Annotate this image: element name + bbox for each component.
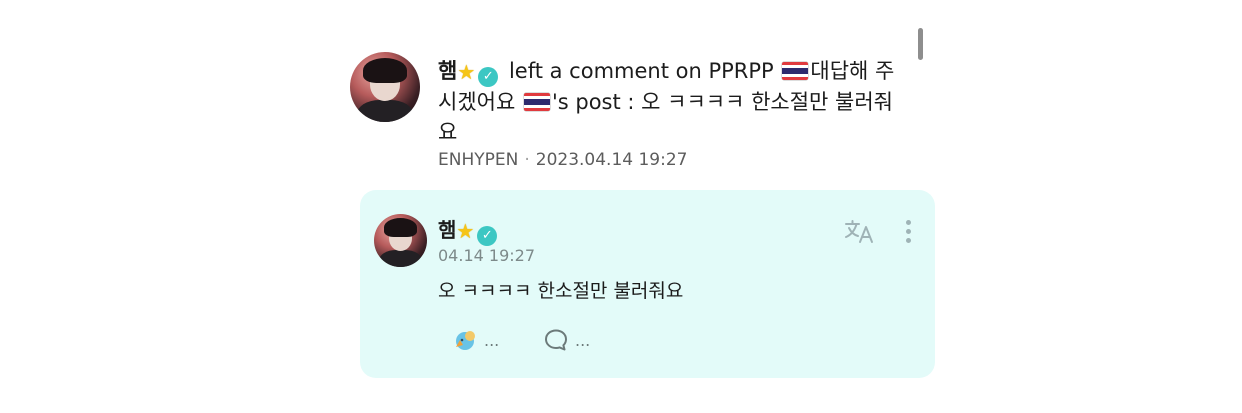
verified-icon: ✓ <box>477 226 498 246</box>
group-name: ENHYPEN <box>438 150 519 170</box>
reaction-button[interactable]: ... <box>452 325 499 355</box>
scrollbar[interactable] <box>918 28 923 60</box>
notification-screen: 햄★ ✓ left a comment on PPRPP 대답해 주시겠어요 's… <box>0 0 1242 413</box>
notification-meta: ENHYPEN · 2023.04.14 19:27 <box>438 150 687 170</box>
avatar[interactable] <box>350 52 420 122</box>
reply-button[interactable]: ... <box>543 325 590 355</box>
separator-dot: · <box>524 150 530 170</box>
avatar[interactable] <box>374 214 427 267</box>
notification-text: 햄★ ✓ left a comment on PPRPP 대답해 주시겠어요 's… <box>438 56 898 147</box>
star-icon: ★ <box>456 219 475 243</box>
notification-nickname: 햄 <box>438 59 458 83</box>
more-icon[interactable] <box>898 218 918 248</box>
comment-nickname: 햄 <box>438 218 457 242</box>
thailand-flag-icon <box>782 62 809 80</box>
notification-text-part1: left a comment on PPRPP <box>502 59 781 83</box>
verified-icon: ✓ <box>478 67 499 87</box>
comment-author[interactable]: 햄★ ✓ <box>438 214 501 246</box>
star-icon: ★ <box>457 60 476 84</box>
reply-count: ... <box>575 330 591 350</box>
translate-icon[interactable] <box>844 218 876 246</box>
comment-icon <box>545 329 567 351</box>
notification-datetime: 2023.04.14 19:27 <box>535 150 688 170</box>
reaction-icon <box>456 331 475 350</box>
comment-card[interactable]: 햄★ ✓ 04.14 19:27 오 ㅋㅋㅋㅋ 한소절만 불러줘요 ... ..… <box>360 190 935 378</box>
comment-body: 오 ㅋㅋㅋㅋ 한소절만 불러줘요 <box>438 280 684 302</box>
comment-time: 04.14 19:27 <box>438 246 535 265</box>
thailand-flag-icon <box>523 93 550 111</box>
reaction-count: ... <box>484 330 500 350</box>
